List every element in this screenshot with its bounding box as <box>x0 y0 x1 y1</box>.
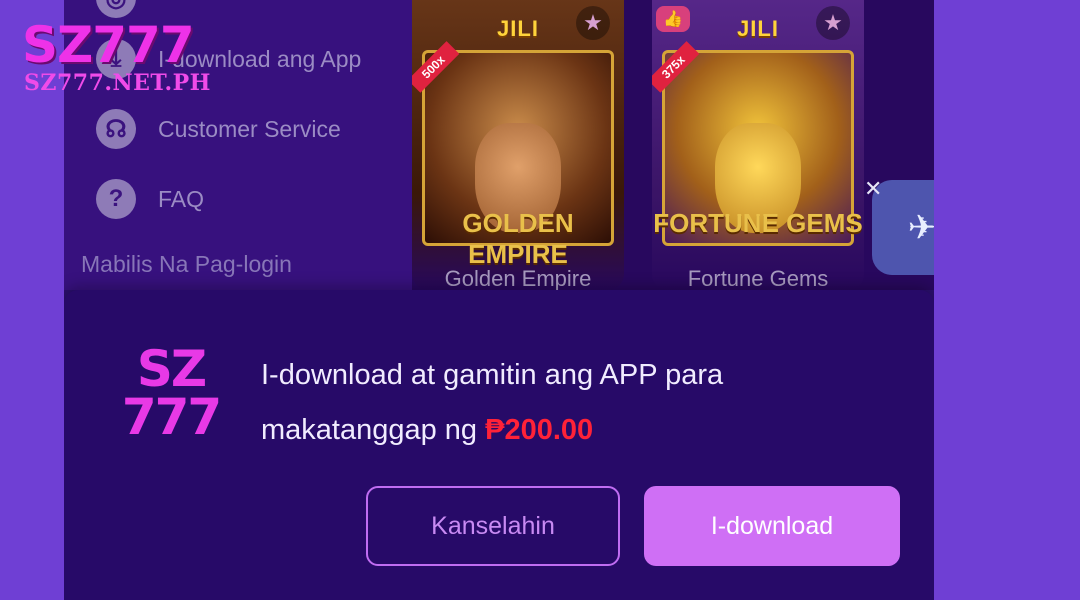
download-button[interactable]: I-download <box>644 486 900 566</box>
logo-line: SZ <box>136 340 207 398</box>
question-icon: ? <box>96 179 136 219</box>
game-art-title: GOLDEN EMPIRE <box>462 208 574 269</box>
favorite-star-icon[interactable]: ★ <box>816 6 850 40</box>
favorite-star-icon[interactable]: ★ <box>576 6 610 40</box>
reward-amount: ₱200.00 <box>485 414 594 446</box>
games-grid: JILI 500x ★ GOLDEN EMPIRE Golden Empire … <box>412 0 934 290</box>
close-icon[interactable]: ✕ <box>864 176 882 202</box>
quick-login-heading: Mabilis Na Pag-login <box>81 251 292 277</box>
game-card-fortune-gems[interactable]: 👍 JILI 375x ★ FORTUNE GEMS Fortune Gems <box>652 0 864 290</box>
game-card-golden-empire[interactable]: JILI 500x ★ GOLDEN EMPIRE Golden Empire <box>412 0 624 290</box>
sidebar-item-label: FAQ <box>158 185 205 212</box>
game-name: Fortune Gems <box>687 266 829 290</box>
download-app-modal: SZ 777 I-download at gamitin ang APP par… <box>64 290 934 600</box>
sidebar-item-customer-service[interactable]: ☊ Customer Service <box>96 109 341 149</box>
game-name: Golden Empire <box>444 266 592 290</box>
game-art-title: FORTUNE GEMS <box>653 208 863 238</box>
modal-message: I-download at gamitin ang APP para makat… <box>261 348 861 458</box>
headset-icon: ☊ <box>96 109 136 149</box>
logo-line: 777 <box>121 388 222 446</box>
sidebar-item-label: Customer Service <box>158 115 341 142</box>
watermark-url: SZ777.NET.PH <box>24 70 211 96</box>
sidebar-item-faq[interactable]: ? FAQ <box>96 179 204 219</box>
sz777-logo: SZ 777 <box>116 340 226 446</box>
cancel-button[interactable]: Kanselahin <box>366 486 620 566</box>
watermark-brand: SZ777 <box>22 16 195 74</box>
